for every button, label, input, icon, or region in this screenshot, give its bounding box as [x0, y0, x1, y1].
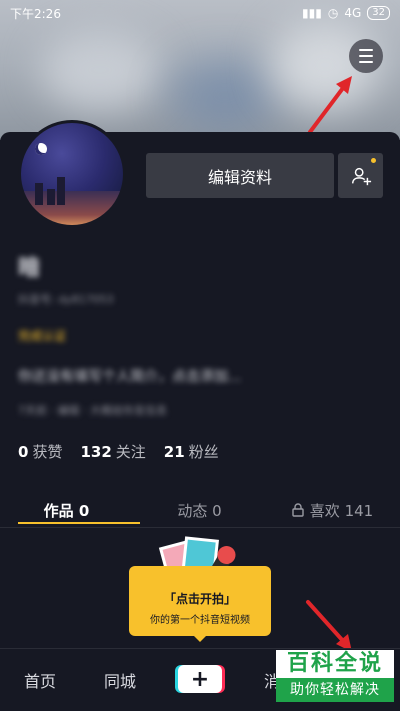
stat-label: 粉丝: [188, 443, 219, 461]
annotation-arrow-bottom: [306, 600, 352, 652]
tab-likes[interactable]: 喜欢 141: [266, 490, 399, 530]
stat-followers[interactable]: 21 粉丝: [164, 441, 219, 462]
tab-works[interactable]: 作品 0: [0, 490, 133, 530]
content-tabs: 作品 0 动态 0 喜欢 141: [0, 490, 400, 530]
add-user-icon: [351, 167, 371, 185]
user-id: 抖音号: dy817053: [18, 293, 114, 306]
shoot-prompt-bubble[interactable]: 「点击开拍」 你的第一个抖音短视频: [129, 566, 271, 636]
edit-profile-button[interactable]: 编辑资料: [146, 153, 334, 198]
lock-icon: [292, 503, 304, 517]
battery-indicator: 32: [367, 6, 390, 20]
avatar[interactable]: [18, 120, 126, 228]
profile-extra: 7天前 · 编辑 · 大概给你发信息: [18, 404, 167, 417]
stat-following[interactable]: 132 关注: [80, 441, 145, 462]
watermark-subtitle: 助你轻松解决: [276, 678, 394, 702]
bubble-tail: [192, 634, 208, 642]
watermark: 百科全说 助你轻松解决: [276, 650, 394, 706]
signal-icon: ▮▮▮: [302, 6, 322, 20]
annotation-arrow-top: [308, 76, 352, 134]
add-friend-button[interactable]: [338, 153, 383, 198]
profile-bio[interactable]: 你还没有填写个人简介，点击添加...: [18, 366, 241, 386]
nav-home[interactable]: 首页: [0, 668, 80, 692]
network-type: 4G: [344, 6, 362, 20]
prompt-subtitle: 你的第一个抖音短视频: [150, 615, 250, 626]
notification-dot: [371, 158, 376, 163]
stat-label: 关注: [115, 443, 146, 461]
alarm-icon: ◷: [327, 6, 339, 20]
stat-likes[interactable]: 0 获赞: [18, 441, 62, 462]
status-time: 下午2:26: [10, 6, 61, 21]
tabs-divider: [0, 527, 400, 528]
watermark-title: 百科全说: [276, 650, 394, 678]
hamburger-menu-icon[interactable]: [349, 39, 383, 73]
tab-likes-label: 喜欢 141: [309, 501, 374, 520]
stat-value: 132: [80, 443, 112, 461]
active-tab-indicator: [18, 522, 140, 524]
tab-activity[interactable]: 动态 0: [133, 490, 266, 530]
stat-label: 获赞: [32, 443, 63, 461]
profile-name: 暗: [18, 256, 41, 281]
nav-nearby[interactable]: 同城: [80, 668, 160, 692]
stat-value: 0: [18, 443, 29, 461]
status-bar: 下午2:26 ▮▮▮ ◷ 4G 32: [0, 0, 400, 26]
create-button[interactable]: +: [178, 665, 222, 693]
stat-value: 21: [163, 443, 185, 461]
profile-stats: 0 获赞 132 关注 21 粉丝: [18, 441, 219, 462]
verification-badge[interactable]: 完成认证: [18, 327, 66, 344]
prompt-title: 「点击开拍」: [163, 592, 236, 606]
